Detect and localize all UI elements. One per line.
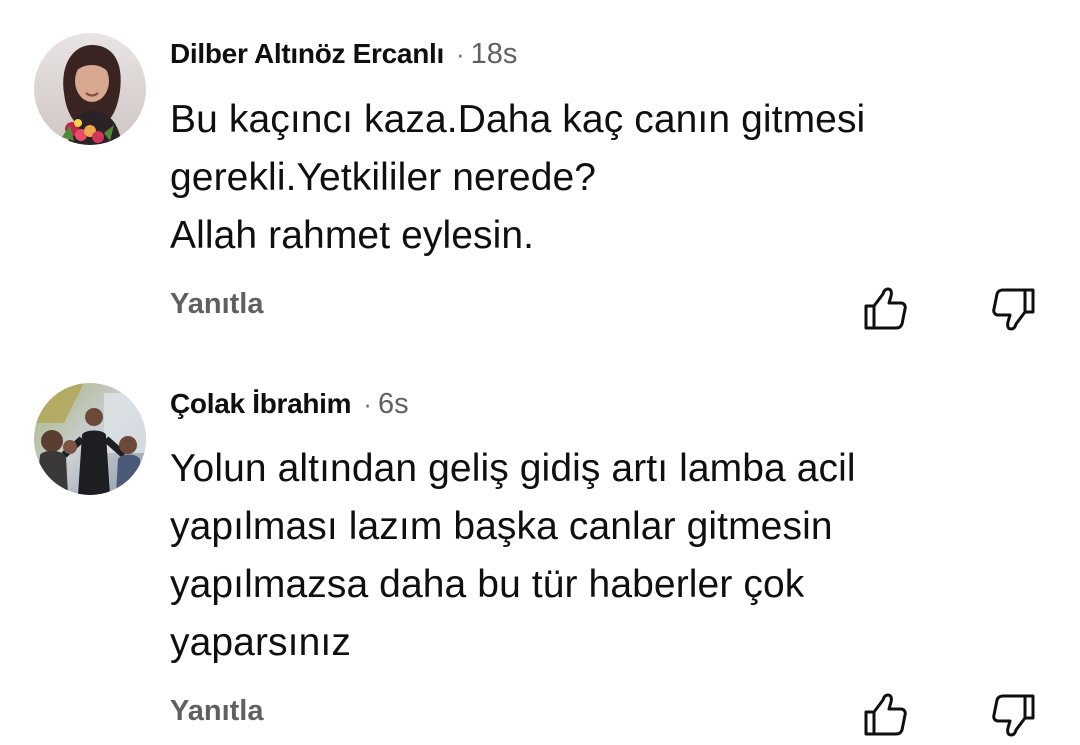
comment-text-line: Allah rahmet eylesin. [170,214,535,257]
like-button[interactable] [861,284,911,334]
author-name[interactable]: Çolak İbrahim [170,388,352,420]
author-name[interactable]: Dilber Altınöz Ercanlı [170,38,444,70]
comment-text-line: yaparsınız [170,621,351,664]
comment-time[interactable]: 18s [471,38,518,71]
avatar[interactable] [34,33,146,145]
separator-dot: · [363,388,372,419]
comment-text-line: yapılması lazım başka canlar gitmesin [170,505,833,548]
comment-time[interactable]: 6s [378,388,409,421]
like-button[interactable] [861,690,911,740]
dislike-button[interactable] [988,284,1038,334]
comment-text-line: Bu kaçıncı kaza.Daha kaç canın gitmesi [170,98,866,141]
comment-text: Bu kaçıncı kaza.Daha kaç canın gitmesi g… [170,91,1050,265]
separator-dot: · [455,38,465,69]
dislike-button[interactable] [988,690,1038,740]
avatar[interactable] [34,383,146,495]
comment-text-line: Yolun altından geliş gidiş artı lamba ac… [170,447,856,490]
thumbs-up-icon [861,693,911,744]
reply-button[interactable]: Yanıtla [170,695,264,728]
thumbs-down-icon [988,694,1038,744]
comment-text: Yolun altından geliş gidiş artı lamba ac… [170,440,1050,672]
thumbs-down-icon [988,288,1038,338]
comment-text-line: yapılmazsa daha bu tür haberler çok [170,563,805,606]
comment-header: Dilber Altınöz Ercanlı · 18s [170,34,517,74]
comment-text-line: gerekli.Yetkililer nerede? [170,156,597,199]
reply-button[interactable]: Yanıtla [170,288,264,321]
thumbs-up-icon [861,287,911,338]
comment-header: Çolak İbrahim · 6s [170,384,409,424]
